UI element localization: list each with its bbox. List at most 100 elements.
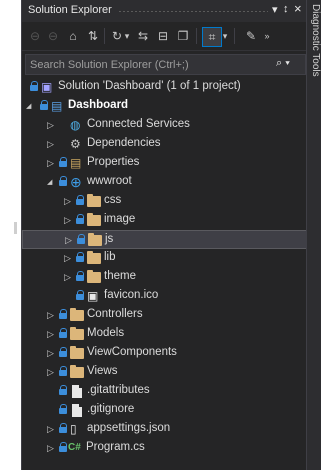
collapsed-chevron-icon[interactable]: ▷ <box>47 157 57 169</box>
collapsed-chevron-icon[interactable]: ▷ <box>47 309 57 321</box>
history-dropdown-icon[interactable]: ▾ <box>123 27 131 45</box>
tree-item-label: Dependencies <box>87 137 161 149</box>
tree-item[interactable]: .gitattributes <box>22 382 307 401</box>
collapsed-chevron-icon[interactable]: ▷ <box>47 347 57 359</box>
source-control-lock-icon <box>59 404 68 416</box>
source-control-lock-icon <box>59 366 68 378</box>
source-control-lock-icon <box>76 271 85 283</box>
panel-titlebar: Solution Explorer ▾ ↕ × <box>22 0 307 22</box>
tree-item[interactable]: ▷ image <box>22 211 307 230</box>
collapsed-chevron-icon[interactable]: ▷ <box>64 195 74 207</box>
tree-item-label: Program.cs <box>86 441 145 453</box>
collapsed-chevron-icon[interactable]: ▷ <box>47 423 57 435</box>
tree-item-label: wwwroot <box>87 175 132 187</box>
collapsed-chevron-icon[interactable]: ▷ <box>47 442 57 454</box>
tree-item[interactable]: ▷ lib <box>22 249 307 268</box>
csharp-file-icon: C# <box>68 442 81 453</box>
tree-item[interactable]: ▷ js <box>22 230 307 249</box>
screenshot-frame: Solution Explorer ▾ ↕ × ⊖ ⊖ ⌂ ⇅ ↻ ▾ ⇆ ⊟ … <box>0 0 321 470</box>
source-control-lock-icon <box>59 385 68 397</box>
source-control-lock-icon <box>59 423 68 435</box>
tree-item[interactable]: .gitignore <box>22 401 307 420</box>
tree-item[interactable]: ▷ css <box>22 192 307 211</box>
collapsed-chevron-icon[interactable]: ▷ <box>64 271 74 283</box>
sync-icon[interactable]: ⇆ <box>134 27 152 45</box>
source-control-lock-icon <box>76 252 85 264</box>
folder-icon <box>70 308 84 321</box>
tree-item-label: .gitignore <box>87 403 135 415</box>
source-control-lock-icon <box>77 234 86 246</box>
splitter-handle[interactable] <box>14 222 17 234</box>
tree-item[interactable]: ▷ ViewComponents <box>22 344 307 363</box>
file-icon <box>72 404 82 417</box>
collapsed-chevron-icon[interactable]: ▷ <box>47 119 57 131</box>
file-icon <box>72 385 82 398</box>
json-file-icon: ▯ <box>70 422 77 436</box>
collapsed-chevron-icon[interactable]: ▷ <box>47 366 57 378</box>
solution-icon: ▣ <box>41 80 53 94</box>
search-options-icon[interactable]: ⌕ ▾ <box>276 57 290 70</box>
tree-item[interactable]: ▷ ⚙ Dependencies <box>22 135 307 154</box>
side-tool-tabs: Diagnostic Tools <box>306 0 321 470</box>
folder-icon <box>87 213 101 226</box>
expanded-chevron-icon[interactable]: ◢ <box>47 177 57 189</box>
source-control-lock-icon <box>59 157 68 169</box>
show-all-files-icon[interactable]: ❐ <box>174 27 192 45</box>
collapsed-chevron-icon[interactable]: ▷ <box>64 252 74 264</box>
tree-item-label: favicon.ico <box>104 289 159 301</box>
folder-icon <box>70 346 84 359</box>
diagnostic-tools-tab[interactable]: Diagnostic Tools <box>308 4 321 108</box>
tree-item[interactable]: ▷ ▯ appsettings.json <box>22 420 307 439</box>
expanded-chevron-icon[interactable]: ◢ <box>26 101 36 113</box>
panel-toolbar: ⊖ ⊖ ⌂ ⇅ ↻ ▾ ⇆ ⊟ ❐ ⌗ ▾ ✎ » <box>22 23 307 51</box>
collapsed-chevron-icon[interactable]: ▷ <box>47 138 57 150</box>
folder-icon <box>87 251 101 264</box>
source-control-lock-icon <box>59 347 68 359</box>
search-input[interactable] <box>26 55 276 74</box>
toolbar-separator <box>234 28 235 44</box>
pin-icon[interactable]: ↕ <box>283 3 289 15</box>
folder-icon <box>70 365 84 378</box>
dependencies-icon: ⚙ <box>70 137 81 151</box>
tree-item[interactable]: ◢ ▤ Dashboard <box>22 97 307 116</box>
tree-item-label: ViewComponents <box>87 346 177 358</box>
overflow-icon[interactable]: » <box>262 27 272 45</box>
collapsed-chevron-icon[interactable]: ▷ <box>64 214 74 226</box>
toolbar-separator <box>104 28 105 44</box>
source-control-lock-icon <box>76 290 85 302</box>
tree-item-label: Views <box>87 365 118 377</box>
tree-item-label: Dashboard <box>68 99 129 111</box>
source-control-lock-icon <box>59 442 68 454</box>
properties-wrench-icon[interactable]: ✎ <box>242 27 260 45</box>
tree-item[interactable]: ▣ Solution 'Dashboard' (1 of 1 project) <box>22 78 307 97</box>
toolbar-separator <box>196 28 197 44</box>
preview-selected-icon[interactable]: ⌗ <box>202 27 222 47</box>
preview-dropdown-icon[interactable]: ▾ <box>221 27 229 45</box>
folder-icon <box>88 233 102 246</box>
close-icon[interactable]: × <box>294 1 302 16</box>
tree-item[interactable]: ▷ Controllers <box>22 306 307 325</box>
tree-item[interactable]: ▷ Models <box>22 325 307 344</box>
window-position-menu-button[interactable]: ▾ <box>272 3 278 16</box>
collapsed-chevron-icon[interactable]: ▷ <box>65 234 75 246</box>
source-control-lock-icon <box>59 309 68 321</box>
folder-icon <box>70 327 84 340</box>
tree-item[interactable]: ◢ ⊕ wwwroot <box>22 173 307 192</box>
back-icon[interactable]: ⊖ <box>26 27 44 45</box>
switch-views-icon[interactable]: ⇅ <box>84 27 102 45</box>
titlebar-grip[interactable] <box>118 10 268 13</box>
tree-item[interactable]: ▷ C# Program.cs <box>22 439 307 458</box>
collapsed-chevron-icon[interactable]: ▷ <box>47 328 57 340</box>
tree-item[interactable]: ▷ ▤ Properties <box>22 154 307 173</box>
tree-item[interactable]: ▷ ◍ Connected Services <box>22 116 307 135</box>
tree-item[interactable]: ▣ favicon.ico <box>22 287 307 306</box>
source-control-lock-icon <box>40 100 49 112</box>
tree-item[interactable]: ▷ theme <box>22 268 307 287</box>
collapse-all-icon[interactable]: ⊟ <box>154 27 172 45</box>
forward-icon[interactable]: ⊖ <box>44 27 62 45</box>
source-control-lock-icon <box>76 195 85 207</box>
home-icon[interactable]: ⌂ <box>64 27 82 45</box>
source-control-lock-icon <box>59 176 68 188</box>
solution-explorer-panel: Solution Explorer ▾ ↕ × ⊖ ⊖ ⌂ ⇅ ↻ ▾ ⇆ ⊟ … <box>21 0 307 470</box>
tree-item[interactable]: ▷ Views <box>22 363 307 382</box>
